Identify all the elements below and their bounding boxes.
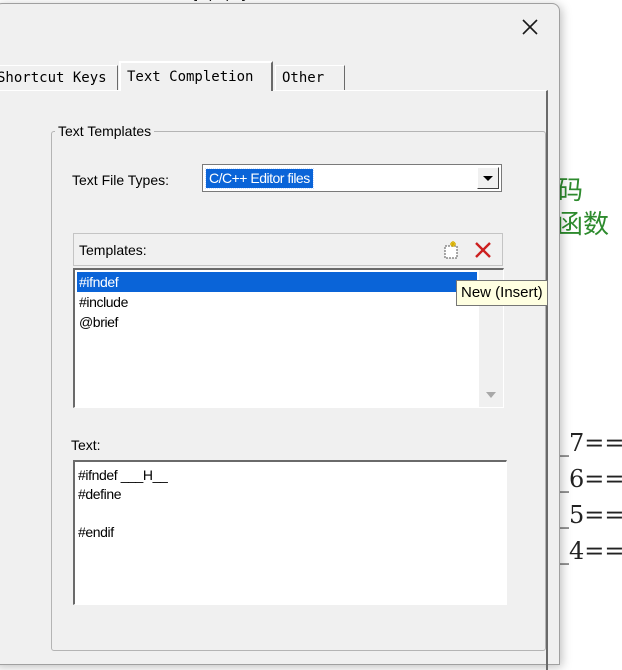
- file-types-dropdown-button[interactable]: [477, 167, 499, 189]
- close-button[interactable]: [515, 12, 545, 42]
- text-line: #endif: [78, 524, 114, 540]
- tab-label: Text Completion: [127, 69, 254, 85]
- file-types-label: Text File Types:: [72, 172, 170, 188]
- delete-template-button[interactable]: [470, 237, 496, 263]
- options-dialog: Shortcut Keys Text Completion Other Text…: [0, 3, 560, 670]
- background-code-line: _5==: [557, 501, 622, 529]
- background-comment-line-2: 函数: [557, 210, 610, 240]
- chevron-down-icon: [483, 175, 493, 181]
- new-insert-tooltip: New (Insert): [456, 280, 548, 306]
- list-item[interactable]: #include: [77, 292, 128, 312]
- background-code-line: _6==: [557, 465, 622, 493]
- scroll-down-icon[interactable]: [486, 392, 496, 398]
- file-types-select[interactable]: C/C++ Editor files: [202, 164, 502, 192]
- tab-label: Other: [282, 70, 325, 86]
- new-template-button[interactable]: [438, 237, 464, 263]
- templates-label: Templates:: [79, 242, 147, 258]
- tab-other[interactable]: Other: [275, 65, 345, 90]
- background-code-line: _4==: [557, 537, 622, 565]
- new-file-icon: [444, 241, 458, 259]
- text-line: #ifndef ___H__: [78, 467, 168, 483]
- text-label: Text:: [71, 437, 101, 453]
- delete-x-icon: [475, 242, 491, 258]
- tab-shortcut-keys[interactable]: Shortcut Keys: [0, 65, 118, 90]
- close-icon: [522, 19, 538, 35]
- list-item[interactable]: @brief: [77, 312, 118, 332]
- template-text-area[interactable]: #ifndef ___H__ #define #endif: [73, 460, 507, 605]
- file-types-value: C/C++ Editor files: [205, 168, 314, 189]
- templates-header: Templates:: [73, 233, 503, 266]
- background-comment-line-1: 码: [557, 176, 584, 206]
- text-line: #define: [78, 486, 122, 502]
- group-title: Text Templates: [55, 122, 155, 140]
- tab-text-completion[interactable]: Text Completion: [119, 61, 273, 91]
- list-item[interactable]: #ifndef: [77, 272, 477, 292]
- background-code-line: _7==: [557, 429, 622, 457]
- templates-list[interactable]: #ifndef #include @brief: [73, 268, 504, 408]
- tab-label: Shortcut Keys: [0, 70, 107, 86]
